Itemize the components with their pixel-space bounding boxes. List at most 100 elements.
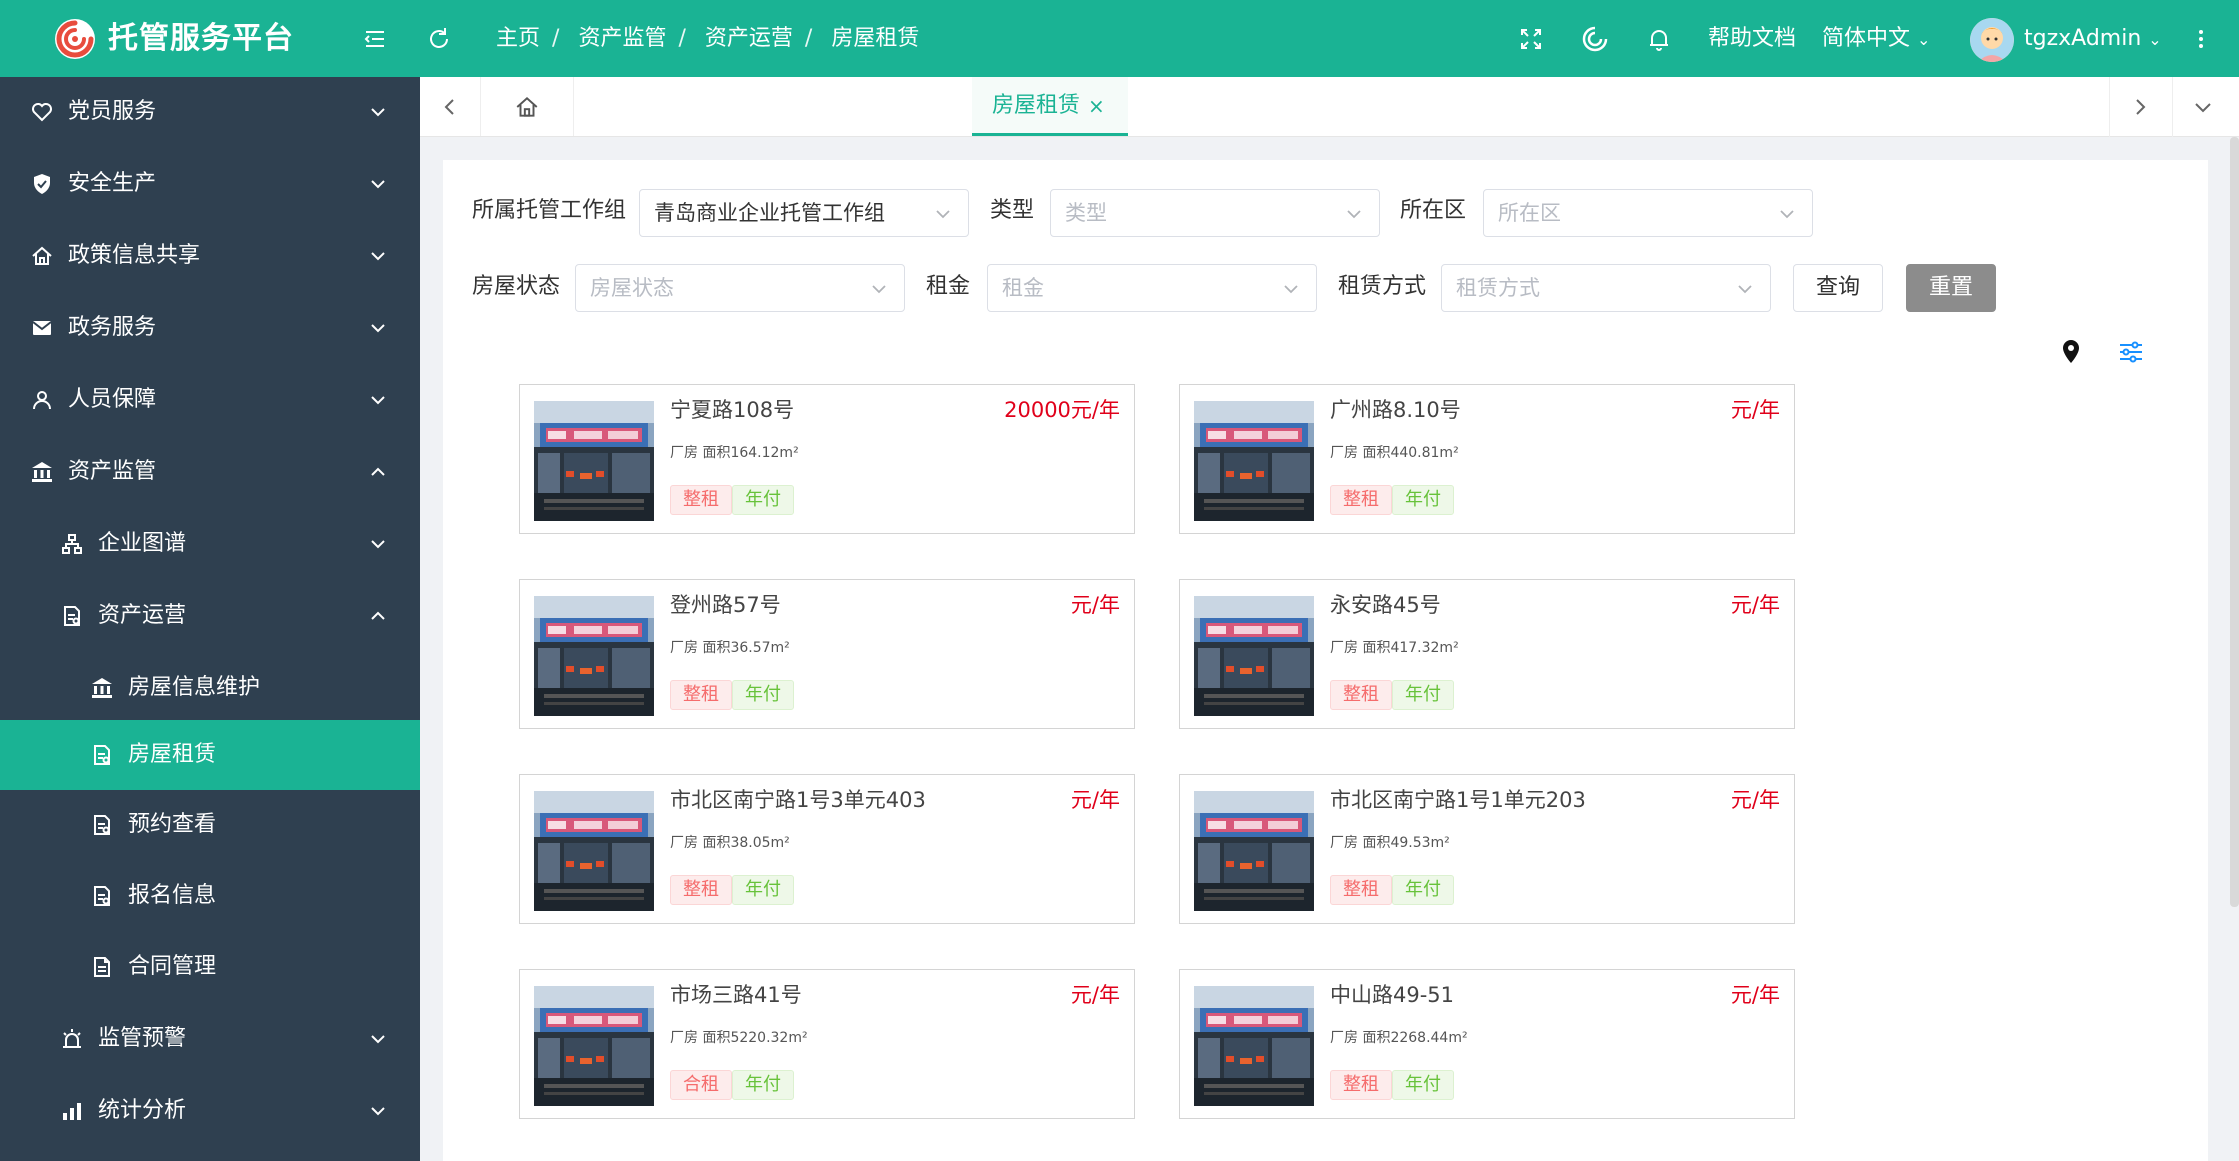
logo-icon (52, 16, 98, 62)
status-filter-select[interactable]: 房屋状态 (575, 264, 905, 312)
listing-card[interactable]: 宁夏路108号 20000元/年 厂房 面积164.12m² 整租 年付 (519, 384, 1135, 534)
sidebar-item-label: 政务服务 (68, 315, 157, 340)
tab-scroll-left[interactable] (420, 77, 480, 137)
chevron-down-icon (366, 532, 390, 556)
breadcrumb-home[interactable]: 主页 (496, 26, 540, 51)
lease-type-badge: 整租 (1330, 680, 1392, 710)
payment-badge: 年付 (1392, 1070, 1454, 1100)
listing-photo (534, 791, 654, 911)
map-pin-icon[interactable] (2056, 337, 2086, 367)
avatar[interactable] (1970, 18, 2014, 62)
bank-icon (90, 676, 114, 700)
status-filter-label: 房屋状态 (472, 274, 561, 299)
listing-info: 厂房 面积36.57m² (670, 640, 790, 656)
sidebar-item-asset-operation[interactable]: 资产运营 (0, 581, 420, 651)
listing-photo (534, 596, 654, 716)
lease-mode-filter-label: 租赁方式 (1338, 274, 1427, 299)
refresh-icon[interactable] (424, 24, 454, 54)
user-menu[interactable]: tgzxAdmin ⌄ (2024, 24, 2162, 55)
sidebar-item-enterprise-graph[interactable]: 企业图谱 (0, 509, 420, 579)
sidebar-item-label: 政策信息共享 (68, 243, 201, 268)
language-select[interactable]: 简体中文 ⌄ (1822, 24, 1930, 55)
sidebar-item-asset-supervision[interactable]: 资产监管 (0, 437, 420, 507)
chevron-down-icon (366, 100, 390, 124)
listing-title: 宁夏路108号 (670, 398, 795, 422)
brand-swirl-icon[interactable] (1580, 24, 1610, 54)
listing-card[interactable]: 中山路49-51 元/年 厂房 面积2268.44m² 整租 年付 (1179, 969, 1795, 1119)
chevron-down-icon (366, 316, 390, 340)
payment-badge: 年付 (732, 875, 794, 905)
bell-icon[interactable] (1644, 24, 1674, 54)
lease-mode-filter-placeholder: 租赁方式 (1456, 276, 1540, 300)
fullscreen-icon[interactable] (1516, 24, 1546, 54)
listing-price: 元/年 (1730, 593, 1780, 617)
payment-badge: 年付 (732, 1070, 794, 1100)
document-icon (90, 813, 114, 837)
listing-card[interactable]: 永安路45号 元/年 厂房 面积417.32m² 整租 年付 (1179, 579, 1795, 729)
scrollbar[interactable] (2230, 137, 2239, 907)
rent-filter-placeholder: 租金 (1002, 276, 1044, 300)
group-filter-select[interactable]: 青岛商业企业托管工作组 (639, 189, 969, 237)
sidebar-item-label: 监管预警 (98, 1026, 187, 1051)
listing-price: 元/年 (1730, 983, 1780, 1007)
menu-fold-icon[interactable] (360, 24, 390, 54)
breadcrumb-asset-operation[interactable]: 资产运营 (705, 26, 793, 51)
type-filter-select[interactable]: 类型 (1050, 189, 1380, 237)
tab-options-dropdown[interactable] (2172, 77, 2233, 137)
listing-title: 市场三路41号 (670, 983, 802, 1007)
rent-filter-select[interactable]: 租金 (987, 264, 1317, 312)
breadcrumb-house-leasing: 房屋租赁 (831, 26, 920, 51)
lease-type-badge: 整租 (1330, 1070, 1392, 1100)
chevron-up-icon (366, 604, 390, 628)
listing-title: 中山路49-51 (1330, 983, 1455, 1007)
query-button[interactable]: 查询 (1793, 264, 1883, 312)
help-docs-link[interactable]: 帮助文档 (1708, 24, 1796, 54)
listing-card[interactable]: 市北区南宁路1号3单元403 元/年 厂房 面积38.05m² 整租 年付 (519, 774, 1135, 924)
sidebar-item-contract[interactable]: 合同管理 (0, 932, 420, 1002)
sidebar-item-party-service[interactable]: 党员服务 (0, 77, 420, 147)
heart-icon (30, 100, 54, 124)
more-vertical-icon[interactable] (2186, 24, 2216, 54)
tab-scroll-right[interactable] (2109, 77, 2170, 137)
payment-badge: 年付 (732, 680, 794, 710)
sidebar-item-appointment[interactable]: 预约查看 (0, 790, 420, 860)
filter-settings-icon[interactable] (2116, 337, 2146, 367)
sidebar-item-house-leasing[interactable]: 房屋租赁 (0, 720, 420, 790)
chevron-down-icon (1343, 203, 1365, 225)
close-icon[interactable]: × (1088, 77, 1105, 135)
listing-info: 厂房 面积5220.32m² (670, 1030, 808, 1046)
sidebar-item-statistics[interactable]: 统计分析 (0, 1076, 420, 1146)
listing-card[interactable]: 登州路57号 元/年 厂房 面积36.57m² 整租 年付 (519, 579, 1135, 729)
listing-price: 元/年 (1730, 398, 1780, 422)
listing-price: 元/年 (1070, 593, 1120, 617)
listing-card[interactable]: 广州路8.10号 元/年 厂房 面积440.81m² 整租 年付 (1179, 384, 1795, 534)
lease-mode-filter-select[interactable]: 租赁方式 (1441, 264, 1771, 312)
listing-price: 元/年 (1070, 788, 1120, 812)
sidebar-item-house-info[interactable]: 房屋信息维护 (0, 653, 420, 723)
home-icon (30, 244, 54, 268)
reset-button[interactable]: 重置 (1906, 264, 1996, 312)
district-filter-select[interactable]: 所在区 (1483, 189, 1813, 237)
sidebar-item-policy-info[interactable]: 政策信息共享 (0, 221, 420, 291)
bar-chart-icon (60, 1099, 84, 1123)
listing-card[interactable]: 市北区南宁路1号1单元203 元/年 厂房 面积49.53m² 整租 年付 (1179, 774, 1795, 924)
chevron-down-icon (1734, 278, 1756, 300)
breadcrumb-asset-supervision[interactable]: 资产监管 (578, 26, 666, 51)
bank-icon (30, 460, 54, 484)
chevron-down-icon (366, 172, 390, 196)
sidebar-item-registration[interactable]: 报名信息 (0, 861, 420, 931)
listing-info: 厂房 面积164.12m² (670, 445, 799, 461)
sidebar-item-government-service[interactable]: 政务服务 (0, 293, 420, 363)
sidebar-item-safety[interactable]: 安全生产 (0, 149, 420, 219)
chevron-down-icon (932, 203, 954, 225)
listing-card[interactable]: 市场三路41号 元/年 厂房 面积5220.32m² 合租 年付 (519, 969, 1135, 1119)
sidebar-item-label: 报名信息 (128, 883, 217, 908)
language-label: 简体中文 (1822, 26, 1911, 51)
group-filter-value: 青岛商业企业托管工作组 (654, 201, 885, 225)
breadcrumb: 主页 / 资产监管 / 资产运营 / 房屋租赁 (496, 26, 920, 51)
sidebar-item-personnel[interactable]: 人员保障 (0, 365, 420, 435)
lease-type-badge: 整租 (670, 875, 732, 905)
sidebar-item-warning[interactable]: 监管预警 (0, 1004, 420, 1074)
tab-house-leasing[interactable]: 房屋租赁 × (972, 77, 1128, 136)
tab-home[interactable] (480, 77, 574, 136)
